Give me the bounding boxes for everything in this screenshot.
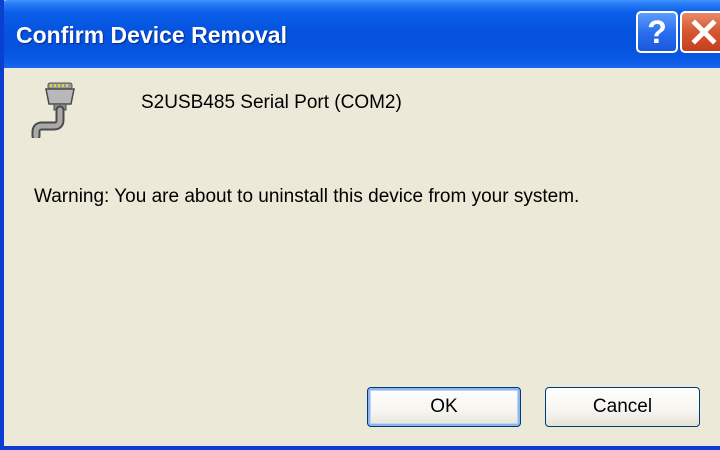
cancel-button[interactable]: Cancel	[545, 387, 700, 427]
device-name: S2USB485 Serial Port (COM2)	[141, 92, 402, 113]
dialog-window: Confirm Device Removal ? S2USB485 Serial…	[0, 0, 720, 450]
help-button[interactable]: ?	[636, 11, 678, 53]
help-icon: ?	[647, 14, 667, 50]
close-icon	[691, 19, 717, 45]
warning-message: Warning: You are about to uninstall this…	[34, 186, 580, 207]
close-button[interactable]	[680, 11, 720, 53]
ok-button[interactable]: OK	[367, 387, 521, 427]
title-bar[interactable]: Confirm Device Removal ?	[4, 0, 720, 68]
window-title: Confirm Device Removal	[16, 22, 287, 48]
serial-port-icon	[31, 82, 75, 138]
